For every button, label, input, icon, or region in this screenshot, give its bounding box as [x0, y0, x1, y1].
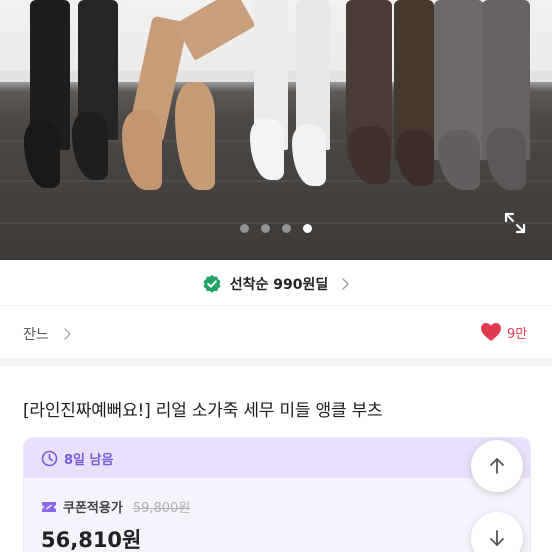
carousel-dot[interactable]: [282, 224, 291, 233]
scroll-up-button[interactable]: [471, 440, 523, 492]
coupon-row: 쿠폰적용가 59,800원: [41, 497, 190, 516]
carousel-dot[interactable]: [240, 224, 249, 233]
coupon-price-label: 쿠폰적용가: [63, 501, 123, 516]
deal-timer: 8일 남음: [24, 438, 530, 478]
store-name[interactable]: 잔느: [23, 324, 49, 344]
heart-icon: [481, 323, 501, 341]
likes-count: 9만: [507, 326, 528, 342]
expand-icon[interactable]: [502, 210, 528, 236]
deal-banner[interactable]: 선착순 990원딜: [0, 262, 552, 306]
store-row: 잔느 9만: [0, 306, 552, 366]
chevron-right-icon: [342, 277, 349, 290]
sale-price: 56,810원: [41, 528, 142, 552]
verified-check-icon: [203, 274, 221, 293]
carousel-dot[interactable]: [261, 224, 270, 233]
arrow-up-icon: [490, 458, 504, 474]
clock-icon: [41, 450, 58, 466]
product-title: [라인진짜예뻐요!] 리얼 소가죽 세무 미들 앵클 부츠: [23, 401, 383, 421]
product-image[interactable]: [0, 0, 552, 260]
timer-text: 8일 남음: [64, 452, 114, 468]
original-price: 59,800원: [132, 501, 191, 516]
carousel-dot-active[interactable]: [303, 224, 312, 233]
arrow-down-icon: [490, 530, 504, 546]
carousel-indicator: [0, 224, 552, 236]
coupon-icon: [42, 501, 56, 512]
price-card: 8일 남음 쿠폰적용가 59,800원 56,810원: [23, 437, 531, 552]
chevron-right-icon[interactable]: [64, 328, 71, 340]
deal-text: 선착순 990원딜: [229, 276, 329, 293]
like-button[interactable]: 9만: [480, 322, 527, 342]
